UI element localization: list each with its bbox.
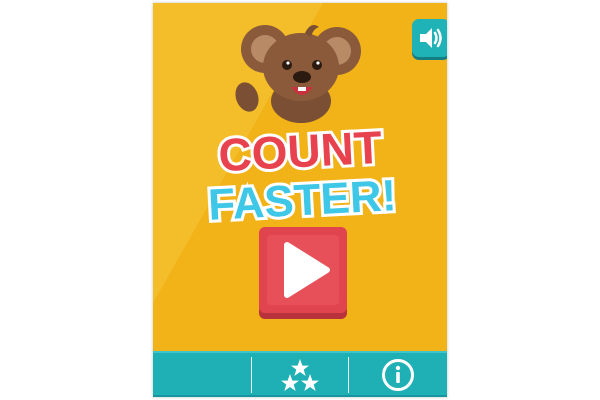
sound-button[interactable] [412, 19, 447, 57]
game-screen: COUNT FASTER! [153, 3, 447, 397]
page-background: COUNT FASTER! [0, 0, 600, 400]
stars-button[interactable] [252, 353, 348, 397]
bottom-bar [153, 351, 447, 397]
play-button[interactable] [257, 225, 349, 321]
info-icon [382, 359, 414, 391]
play-triangle-icon [259, 227, 347, 319]
stars-icon [281, 359, 319, 391]
info-button[interactable] [349, 353, 447, 397]
logo-line-faster: FASTER! [207, 171, 398, 230]
game-logo: COUNT FASTER! [204, 121, 401, 231]
speaker-icon [420, 28, 442, 48]
koala-mascot [235, 25, 361, 123]
bottom-left-button[interactable] [153, 353, 251, 397]
